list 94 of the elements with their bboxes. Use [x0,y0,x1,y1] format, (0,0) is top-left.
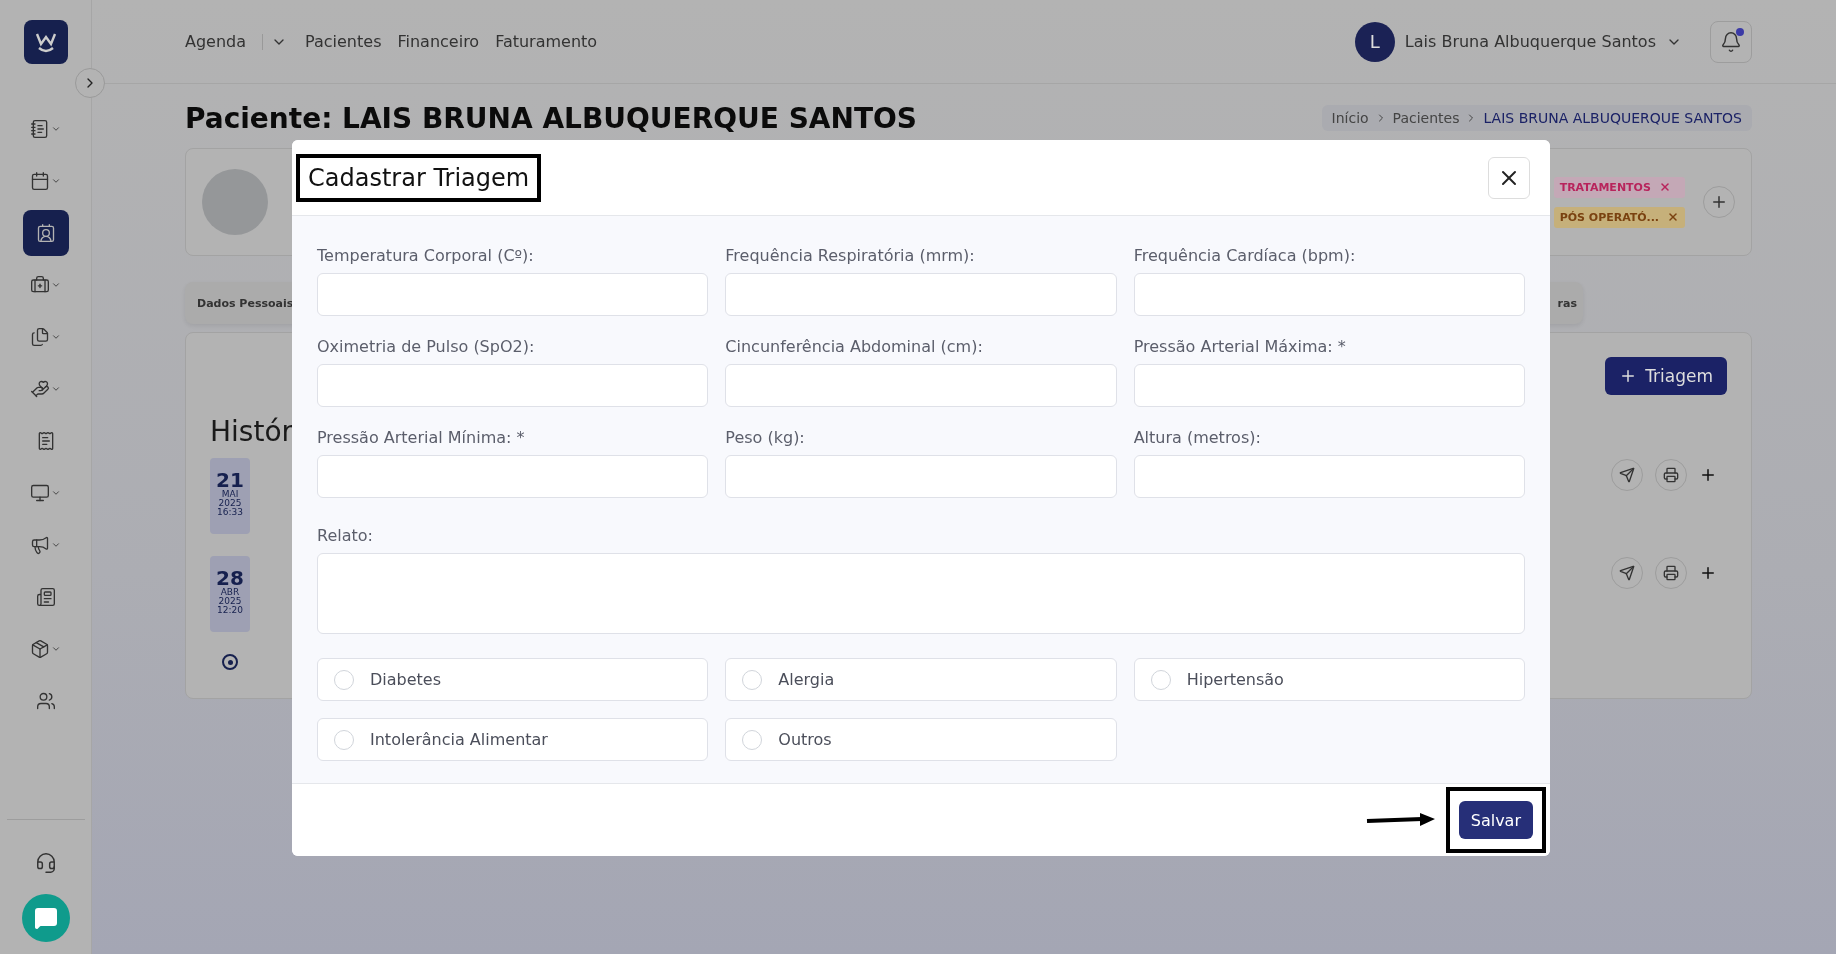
page-title: Paciente: LAIS BRUNA ALBUQUERQUE SANTOS [185,101,917,135]
tag-label: TRATAMENTOS [1559,180,1651,194]
input-field[interactable] [317,364,709,407]
newspaper-icon [35,587,56,607]
input-field[interactable] [317,455,709,498]
checkbox[interactable] [334,669,354,690]
add-triage-button[interactable]: Triagem [1605,357,1727,395]
user-name: Lais Bruna Albuquerque Santos [1404,32,1656,51]
add-button[interactable] [1699,466,1717,484]
timeline-end-icon [222,654,238,670]
annotation-arrow [1365,812,1436,828]
add-button[interactable] [1699,564,1717,582]
breadcrumb-link[interactable]: Início [1331,110,1369,126]
field-label: Pressão Arterial Máxima: * [1133,337,1347,356]
plus-icon [1699,564,1717,582]
monitor-icon [30,483,50,503]
modal-title: Cadastrar Triagem [296,153,542,202]
input-field[interactable] [1133,455,1525,498]
checkbox-label: Intolerância Alimentar [370,730,548,749]
input-field[interactable] [725,455,1117,498]
print-button[interactable] [1655,459,1687,491]
date-badge: 21 MAI 2025 16:33 [210,458,250,534]
calendar-icon [30,171,50,191]
checkbox-option[interactable]: Diabetes [317,658,709,701]
checkbox-label: Diabetes [370,670,442,689]
nav-link[interactable]: Faturamento [495,32,598,51]
send-icon [1619,467,1635,483]
input-field[interactable] [725,364,1117,407]
medical-case-icon [30,275,50,295]
field-label: Pressão Arterial Mínima: * [317,428,526,447]
sidebar-item[interactable] [22,210,69,256]
package-icon [30,639,50,659]
input-field[interactable] [317,273,709,316]
field-label: Relato: [317,526,374,545]
files-icon [30,327,50,347]
nav-link[interactable]: Agenda [185,32,247,51]
input-field[interactable] [1133,273,1525,316]
field-label: Cincunferência Abdominal (cm): [725,337,984,356]
contact-card-icon [35,223,56,243]
field-label: Peso (kg): [725,428,806,447]
breadcrumb-link[interactable]: LAIS BRUNA ALBUQUERQUE SANTOS [1483,110,1742,126]
close-button[interactable] [1488,156,1530,199]
checkbox-label: Hipertensão [1186,670,1284,689]
send-button[interactable] [1611,459,1643,491]
checkbox[interactable] [742,729,763,750]
checkbox[interactable] [742,669,763,690]
field-label: Altura (metros): [1133,428,1262,447]
send-button[interactable] [1611,557,1643,589]
tab[interactable]: ras [1557,296,1577,310]
printer-icon [1663,467,1679,483]
checkbox-label: Alergia [778,670,835,689]
tab[interactable]: Dados Pessoais [197,296,294,310]
input-field[interactable] [725,273,1117,316]
nav-link[interactable]: Pacientes [305,32,382,51]
field-label: Oximetria de Pulso (SpO2): [317,337,536,356]
add-tag-button[interactable] [1703,186,1735,218]
remove-tag-icon[interactable] [1658,181,1671,193]
section-title: Histór [210,415,294,448]
chat-bubble-icon [33,906,58,930]
checkbox-option[interactable]: Alergia [725,658,1117,701]
save-button[interactable]: Salvar [1458,801,1533,839]
tag-label: PÓS OPERATÓ... [1559,210,1659,224]
field-label: Frequência Respiratória (mrm): [725,246,976,265]
remove-tag-icon[interactable] [1667,211,1679,223]
headset-icon [34,852,57,874]
date-badge: 28 ABR 2025 12:20 [210,556,250,632]
bell-icon [1720,30,1742,53]
checkbox[interactable] [334,729,354,750]
checkbox-option[interactable]: Intolerância Alimentar [317,718,709,761]
support-button[interactable] [34,852,57,874]
breadcrumb-link[interactable]: Pacientes [1392,110,1460,126]
checkbox-label: Outros [778,730,832,749]
user-avatar: L [1354,21,1395,62]
notebook-icon [30,119,50,139]
checkbox-option[interactable]: Outros [725,718,1117,761]
plus-icon [1710,193,1728,211]
sidebar-toggle-button[interactable] [75,68,105,98]
users-icon [35,691,56,711]
plus-icon [1699,466,1717,484]
field-label: Temperatura Corporal (Cº): [317,246,535,265]
app-logo[interactable] [23,20,68,64]
hand-heart-icon [30,379,50,399]
field-label: Frequência Cardíaca (bpm): [1133,246,1357,265]
notifications-button[interactable] [1710,20,1752,63]
send-icon [1619,565,1635,581]
megaphone-icon [30,535,50,555]
chat-button[interactable] [21,894,70,942]
checkbox[interactable] [1150,669,1171,690]
nav-link[interactable]: Financeiro [397,32,480,51]
print-button[interactable] [1655,557,1687,589]
checkbox-option[interactable]: Hipertensão [1133,658,1525,701]
user-menu[interactable]: L Lais Bruna Albuquerque Santos [1354,21,1682,62]
printer-icon [1663,565,1679,581]
input-field[interactable] [1133,364,1525,407]
